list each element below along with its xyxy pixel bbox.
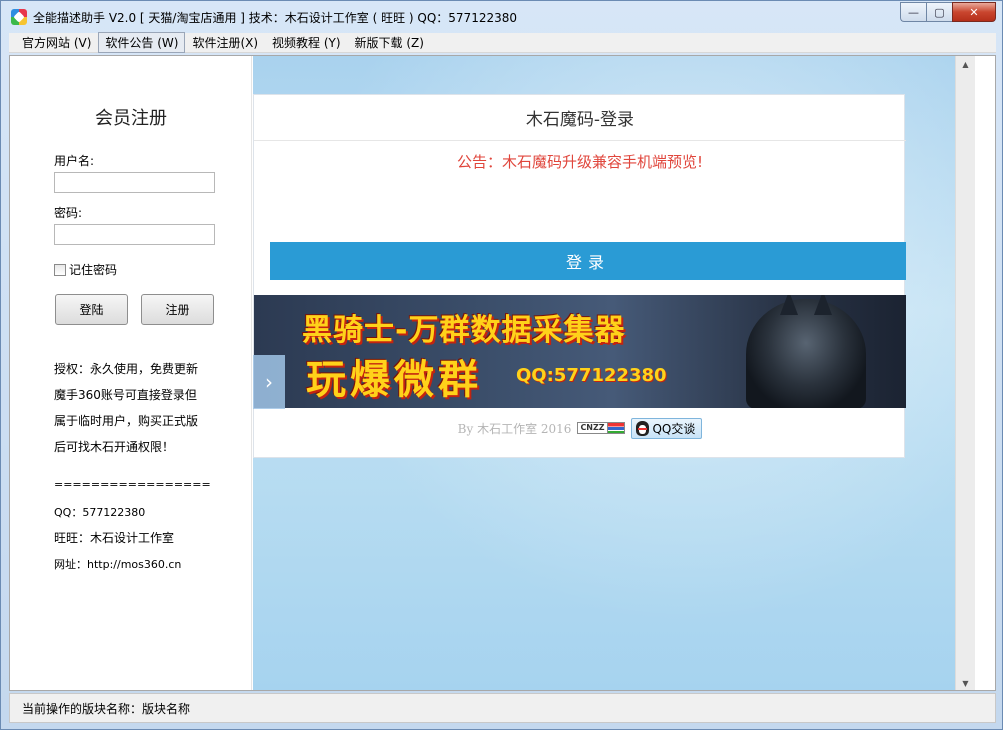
- password-label: 密码:: [54, 206, 83, 220]
- register-title: 会员注册: [95, 108, 167, 129]
- contact-wangwang: 旺旺：木石设计工作室: [54, 531, 175, 545]
- status-text: 当前操作的版块名称：版块名称: [22, 701, 191, 716]
- banner-subheadline: 玩爆微群: [306, 357, 482, 403]
- login-footer: By 木石工作室 2016 CNZZ QQ交谈: [254, 417, 906, 439]
- cnzz-badge[interactable]: CNZZ: [577, 422, 626, 434]
- status-bar: 当前操作的版块名称：版块名称: [9, 693, 996, 723]
- remember-password[interactable]: 记住密码: [54, 261, 117, 278]
- window-title: 全能描述助手 V2.0 [ 天猫/淘宝店通用 ] 技术：木石设计工作室 ( 旺旺…: [33, 11, 517, 25]
- scroll-up-icon[interactable]: ▲: [956, 56, 975, 73]
- contact-website: 网址：http://mos360.cn: [54, 558, 182, 571]
- scroll-down-icon[interactable]: ▼: [956, 675, 975, 690]
- banner-character-image: [746, 295, 866, 408]
- side-panel-toggle-chevron-icon[interactable]: ›: [253, 355, 285, 409]
- register-button[interactable]: 注册: [141, 294, 214, 325]
- qq-penguin-icon: [636, 420, 650, 436]
- window-controls: — ▢ ✕: [900, 2, 996, 22]
- qq-chat-label: QQ交谈: [652, 421, 696, 436]
- remember-password-label: 记住密码: [69, 263, 118, 277]
- username-label: 用户名:: [54, 154, 95, 168]
- banner-qq: QQ:577122380: [516, 365, 667, 386]
- menu-software-register[interactable]: 软件注册(X): [185, 32, 265, 53]
- title-bar: 全能描述助手 V2.0 [ 天猫/淘宝店通用 ] 技术：木石设计工作室 ( 旺旺…: [1, 1, 1002, 33]
- menu-bar: 官方网站 (V) 软件公告 (W) 软件注册(X) 视频教程 (Y) 新版下载 …: [9, 32, 996, 53]
- info-line: 属于临时用户，购买正式版: [54, 414, 199, 428]
- qq-chat-button[interactable]: QQ交谈: [631, 417, 703, 439]
- client-area: 会员注册 用户名: 密码: 记住密码 登陆 注册 授权：永久使用，免费更新 魔手…: [9, 55, 996, 691]
- minimize-button[interactable]: —: [900, 2, 926, 22]
- info-line: 授权：永久使用，免费更新: [54, 362, 199, 376]
- login-button[interactable]: 登陆: [55, 294, 128, 325]
- member-register-panel: 会员注册 用户名: 密码: 记住密码 登陆 注册 授权：永久使用，免费更新 魔手…: [10, 56, 252, 690]
- vertical-scrollbar[interactable]: ▲ ▼: [955, 56, 975, 690]
- menu-video-tutorial[interactable]: 视频教程 (Y): [265, 32, 348, 53]
- menu-official-site[interactable]: 官方网站 (V): [15, 32, 98, 53]
- username-input[interactable]: [54, 172, 215, 193]
- login-box: 木石魔码-登录 公告：木石魔码升级兼容手机端预览! 登录 黑骑士-万群数据采集器…: [253, 94, 906, 458]
- byline: By 木石工作室 2016: [457, 421, 572, 436]
- menu-new-version-download[interactable]: 新版下载 (Z): [348, 32, 431, 53]
- notice-text: 公告：木石魔码升级兼容手机端预览!: [456, 153, 703, 171]
- app-icon: [11, 9, 27, 25]
- banner-headline: 黑骑士-万群数据采集器: [302, 313, 626, 348]
- menu-software-notice[interactable]: 软件公告 (W): [98, 32, 186, 53]
- info-line: 魔手360账号可直接登录但: [54, 388, 197, 402]
- close-button[interactable]: ✕: [952, 2, 996, 22]
- promo-banner[interactable]: 黑骑士-万群数据采集器 玩爆微群 QQ:577122380: [254, 295, 906, 408]
- login-submit-button[interactable]: 登录: [270, 242, 906, 280]
- info-line: 后可找木石开通权限！: [54, 440, 175, 454]
- remember-password-checkbox[interactable]: [54, 263, 66, 276]
- password-input[interactable]: [54, 224, 215, 245]
- main-window: 全能描述助手 V2.0 [ 天猫/淘宝店通用 ] 技术：木石设计工作室 ( 旺旺…: [0, 0, 1003, 730]
- separator-line: =================: [54, 478, 211, 491]
- login-box-title: 木石魔码-登录: [254, 95, 906, 141]
- maximize-button[interactable]: ▢: [926, 2, 952, 22]
- contact-qq: QQ：577122380: [54, 506, 146, 519]
